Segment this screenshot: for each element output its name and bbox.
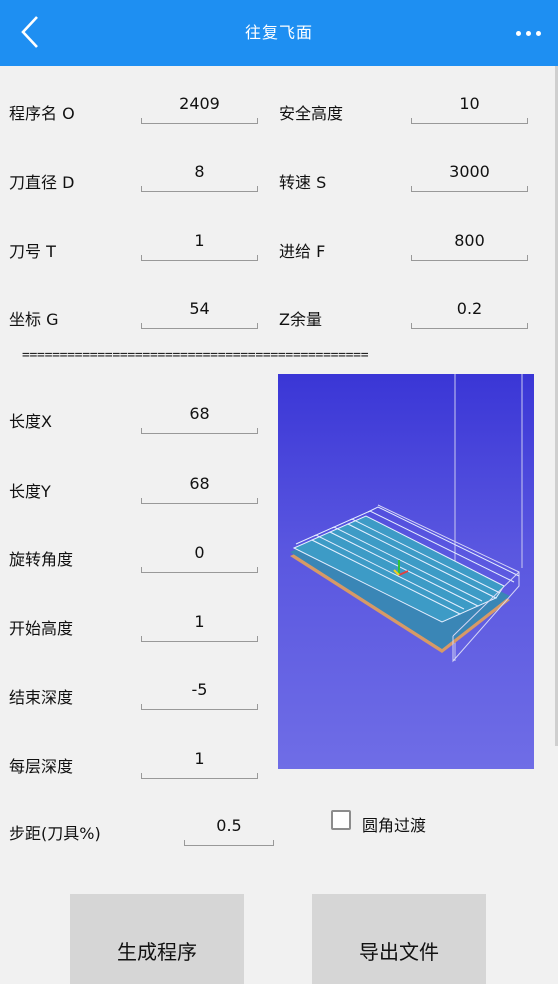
length-y-label: 长度Y (9, 482, 51, 501)
program-name-input[interactable]: 2409 (141, 88, 258, 124)
rotation-angle-label: 旋转角度 (9, 550, 74, 569)
tool-diameter-label: 刀直径 D (9, 173, 75, 192)
step-over-label: 步距(刀具%) (9, 824, 101, 843)
corner-rounding-checkbox[interactable] (331, 810, 351, 830)
feed-rate-input[interactable]: 800 (411, 225, 528, 261)
rotation-angle-input[interactable]: 0 (141, 537, 258, 573)
tool-number-input[interactable]: 1 (141, 225, 258, 261)
section-divider: ========================================… (22, 348, 369, 363)
coordinate-input[interactable]: 54 (141, 293, 258, 329)
safe-height-label: 安全高度 (279, 104, 344, 123)
layer-depth-label: 每层深度 (9, 757, 74, 776)
spindle-speed-label: 转速 S (279, 173, 327, 192)
spindle-speed-input[interactable]: 3000 (411, 156, 528, 192)
step-over-input[interactable]: 0.5 (184, 810, 274, 846)
tool-diameter-input[interactable]: 8 (141, 156, 258, 192)
coordinate-label: 坐标 G (9, 310, 59, 329)
length-y-input[interactable]: 68 (141, 468, 258, 504)
feed-rate-label: 进给 F (279, 242, 326, 261)
generate-program-button[interactable]: 生成程序 (70, 894, 244, 984)
tool-number-label: 刀号 T (9, 242, 56, 261)
length-x-input[interactable]: 68 (141, 398, 258, 434)
program-name-label: 程序名 O (9, 104, 75, 123)
toolpath-3d-render (290, 374, 523, 663)
more-options-button[interactable] (508, 20, 548, 46)
page-title: 往复飞面 (244, 23, 313, 42)
start-height-input[interactable]: 1 (141, 606, 258, 642)
layer-depth-input[interactable]: 1 (141, 743, 258, 779)
corner-rounding-label: 圆角过渡 (362, 816, 427, 835)
start-height-label: 开始高度 (9, 619, 74, 638)
z-allowance-label: Z余量 (279, 310, 322, 329)
more-dots-icon (515, 30, 521, 36)
safe-height-input[interactable]: 10 (411, 88, 528, 124)
z-allowance-input[interactable]: 0.2 (411, 293, 528, 329)
length-x-label: 长度X (9, 412, 52, 431)
export-file-button[interactable]: 导出文件 (312, 894, 486, 984)
end-depth-label: 结束深度 (9, 688, 74, 707)
toolpath-preview[interactable] (278, 374, 534, 769)
end-depth-input[interactable]: -5 (141, 674, 258, 710)
app-bar: 往复飞面 (0, 0, 558, 66)
